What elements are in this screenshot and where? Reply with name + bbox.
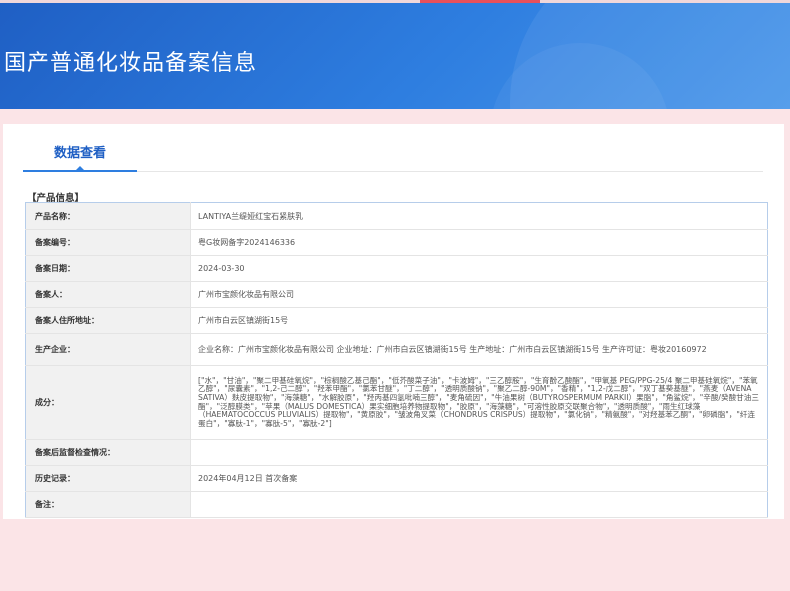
row-label-ingredients: 成分： <box>25 365 191 440</box>
table-row: 产品名称： LANTIYA兰缇娅红宝石紧肤乳 <box>25 202 768 230</box>
row-label-remarks: 备注： <box>25 491 191 518</box>
row-label-registrant-address: 备案人住所地址： <box>25 307 191 334</box>
tab-bar: 数据查看 <box>23 124 763 172</box>
row-value-supervision <box>190 439 768 466</box>
tab-data-view[interactable]: 数据查看 <box>23 124 137 172</box>
row-label-registrant: 备案人： <box>25 281 191 308</box>
row-value-history: 2024年04月12日 首次备案 <box>190 465 768 492</box>
table-row: 备案人： 广州市宝颜化妆品有限公司 <box>25 281 768 308</box>
table-row: 备案编号： 粤G妆网备字2024146336 <box>25 229 768 256</box>
table-row: 生产企业： 企业名称：广州市宝颜化妆品有限公司 企业地址：广州市白云区镇湖街15… <box>25 333 768 366</box>
row-value-record-number: 粤G妆网备字2024146336 <box>190 229 768 256</box>
table-row: 备注： <box>25 491 768 518</box>
row-value-manufacturer: 企业名称：广州市宝颜化妆品有限公司 企业地址：广州市白云区镇湖街15号 生产地址… <box>190 333 768 366</box>
row-value-record-date: 2024-03-30 <box>190 255 768 282</box>
table-row: 备案后监督检查情况： <box>25 439 768 466</box>
row-value-registrant-address: 广州市白云区镇湖街15号 <box>190 307 768 334</box>
row-label-manufacturer: 生产企业： <box>25 333 191 366</box>
row-label-history: 历史记录： <box>25 465 191 492</box>
page-title: 国产普通化妆品备案信息 <box>4 51 258 76</box>
row-label-record-date: 备案日期： <box>25 255 191 282</box>
content-card: 数据查看 【产品信息】 产品名称： LANTIYA兰缇娅红宝石紧肤乳 备案编号：… <box>3 124 784 519</box>
table-row: 备案人住所地址： 广州市白云区镇湖街15号 <box>25 307 768 334</box>
row-value-remarks <box>190 491 768 518</box>
row-value-ingredients: ["水"，"甘油"，"聚二甲基硅氧烷"，"棕榈酸乙基己酯"，"低芥酸菜子油"，"… <box>190 365 768 440</box>
row-label-product-name: 产品名称： <box>25 202 191 230</box>
row-value-registrant: 广州市宝颜化妆品有限公司 <box>190 281 768 308</box>
header-banner: 国产普通化妆品备案信息 <box>0 3 790 109</box>
row-label-supervision: 备案后监督检查情况： <box>25 439 191 466</box>
product-info-table: 产品名称： LANTIYA兰缇娅红宝石紧肤乳 备案编号： 粤G妆网备字20241… <box>25 202 768 518</box>
tab-data-view-label: 数据查看 <box>53 146 106 161</box>
tab-active-caret-icon <box>75 166 85 171</box>
row-value-product-name: LANTIYA兰缇娅红宝石紧肤乳 <box>190 202 768 230</box>
row-label-record-number: 备案编号： <box>25 229 191 256</box>
table-row: 成分： ["水"，"甘油"，"聚二甲基硅氧烷"，"棕榈酸乙基己酯"，"低芥酸菜子… <box>25 365 768 440</box>
table-row: 备案日期： 2024-03-30 <box>25 255 768 282</box>
table-row: 历史记录： 2024年04月12日 首次备案 <box>25 465 768 492</box>
